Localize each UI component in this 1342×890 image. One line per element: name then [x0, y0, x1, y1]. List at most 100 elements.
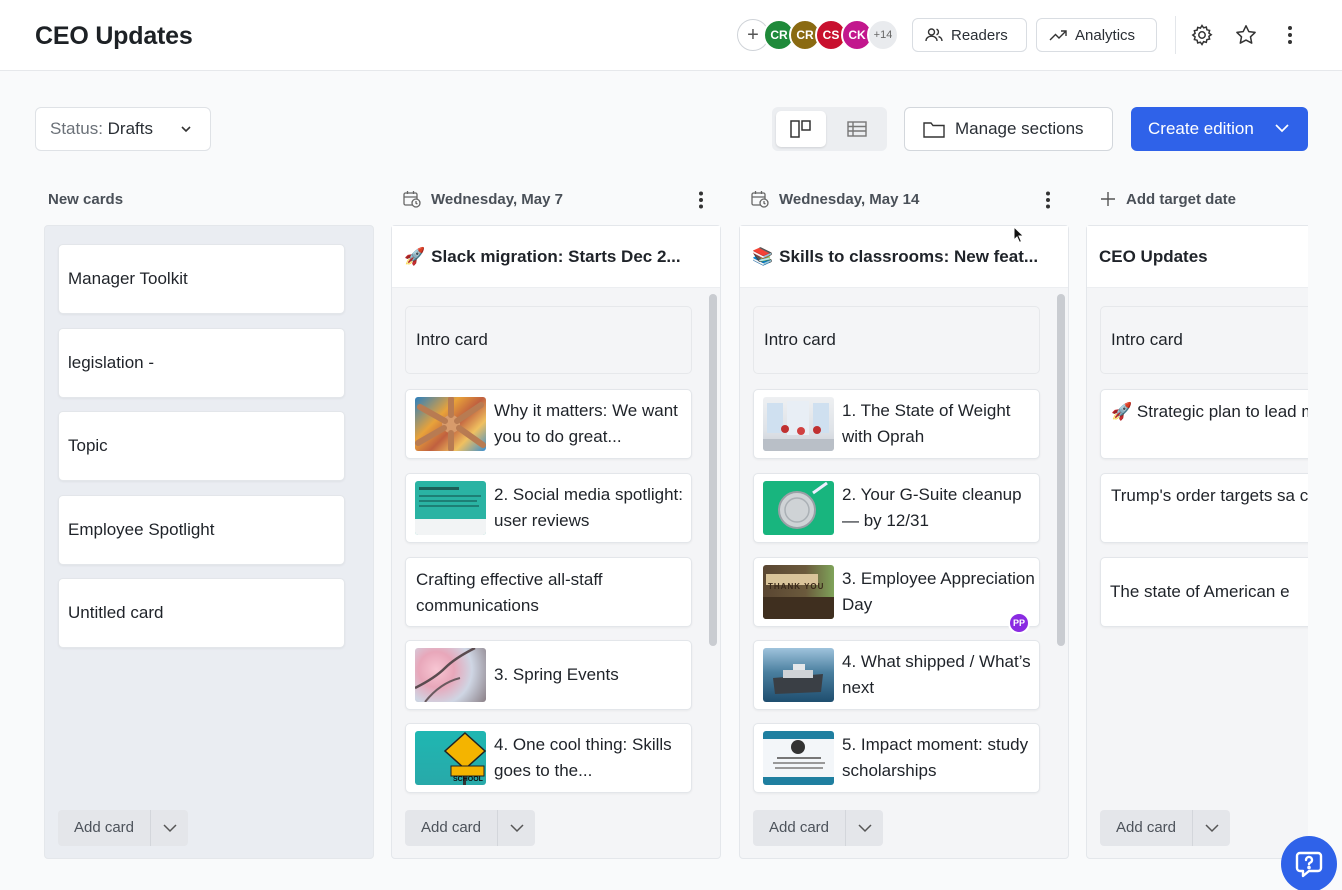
card-title: 🚀 Strategic plan to lead market	[1111, 402, 1308, 421]
card-thumbnail	[763, 481, 834, 535]
readers-label: Readers	[951, 26, 1008, 44]
scrollbar[interactable]	[709, 294, 717, 646]
card-title: Employee Spotlight	[68, 520, 215, 539]
status-filter-dropdown[interactable]: Status: Drafts	[35, 107, 211, 151]
list-item[interactable]: Untitled card	[58, 578, 345, 648]
list-item[interactable]: Why it matters: We want you to do great.…	[405, 389, 692, 459]
column-header-label: Wednesday, May 7	[431, 190, 563, 208]
list-item[interactable]: 4. What shipped / What’s next	[753, 640, 1040, 710]
list-item[interactable]: legislation -	[58, 328, 345, 398]
edition-title-text: Slack migration: Starts Dec 2...	[431, 246, 681, 266]
list-item[interactable]: Employee Spotlight	[58, 495, 345, 565]
users-icon	[925, 28, 943, 42]
card-title: 3. Employee Appreciation Day	[842, 569, 1035, 614]
status-filter-key: Status:	[50, 119, 103, 138]
add-card-button[interactable]: Add card	[753, 810, 883, 846]
favorite-button[interactable]	[1233, 22, 1259, 48]
status-filter-value: Drafts	[107, 119, 153, 138]
kebab-icon[interactable]	[698, 191, 704, 209]
list-item[interactable]: The state of American e	[1100, 557, 1308, 627]
view-toggle	[772, 107, 887, 151]
list-item[interactable]: 2. Social media spotlight: user reviews	[405, 473, 692, 543]
add-card-dropdown[interactable]	[1193, 823, 1230, 833]
column-new-cards: Manager Toolkit legislation - Topic Empl…	[44, 225, 374, 859]
trend-up-icon	[1049, 30, 1067, 41]
list-item[interactable]: 🚀 Strategic plan to lead market	[1100, 389, 1308, 459]
card-title: 1. The State of Weight with Oprah	[842, 401, 1011, 446]
column-undated: CEO Updates Intro card 🚀 Strategic plan …	[1086, 225, 1308, 859]
column-header-label: New cards	[48, 190, 124, 208]
edition-title-text: Skills to classrooms: New feat...	[779, 246, 1039, 266]
column-may-7: 🚀 Slack migration: Starts Dec 2... Intro…	[391, 225, 721, 859]
add-card-dropdown[interactable]	[498, 823, 535, 833]
list-item[interactable]: Crafting effective all-staff communicati…	[405, 557, 692, 627]
kebab-icon[interactable]	[1045, 191, 1051, 209]
list-item[interactable]: 1. The State of Weight with Oprah	[753, 389, 1040, 459]
card-thumbnail	[415, 648, 486, 702]
readers-button[interactable]: Readers	[912, 18, 1027, 52]
analytics-button[interactable]: Analytics	[1036, 18, 1157, 52]
chevron-down-icon	[1204, 824, 1219, 833]
list-item[interactable]: Trump's order targets sa cities	[1100, 473, 1308, 543]
analytics-label: Analytics	[1075, 26, 1136, 44]
column-header-label: Wednesday, May 14	[779, 190, 920, 208]
card-title: 3. Spring Events	[494, 665, 619, 684]
table-view-button[interactable]	[832, 111, 882, 147]
settings-button[interactable]	[1189, 22, 1215, 48]
card-thumbnail	[415, 397, 486, 451]
books-icon: 📚	[752, 246, 774, 266]
chevron-down-icon	[162, 824, 177, 833]
card-thumbnail	[415, 481, 486, 535]
help-chat-icon	[1295, 851, 1323, 878]
board-view-icon	[790, 120, 811, 138]
mouse-cursor-icon	[1013, 226, 1025, 244]
add-target-date-button[interactable]: Add target date	[1100, 184, 1308, 214]
intro-card[interactable]: Intro card	[405, 306, 692, 374]
assignee-badge[interactable]: PP	[1008, 612, 1030, 634]
chevron-down-icon	[509, 824, 524, 833]
calendar-clock-icon	[403, 191, 421, 208]
add-card-label: Add card	[753, 810, 846, 846]
list-item[interactable]: Topic	[58, 411, 345, 481]
card-title: Topic	[68, 436, 108, 455]
add-card-button[interactable]: Add card	[1100, 810, 1230, 846]
plus-icon	[1101, 192, 1115, 206]
star-icon	[1236, 25, 1256, 44]
list-item[interactable]: Manager Toolkit	[58, 244, 345, 314]
card-title: 5. Impact moment: study scholarships	[842, 735, 1029, 780]
list-item[interactable]: 5. Impact moment: study scholarships	[753, 723, 1040, 793]
edition-title-text: CEO Updates	[1099, 246, 1208, 266]
more-options-button[interactable]	[1277, 22, 1303, 48]
card-title: Manager Toolkit	[68, 269, 188, 288]
add-card-button[interactable]: Add card	[405, 810, 535, 846]
add-card-dropdown[interactable]	[846, 823, 883, 833]
collaborator-avatars[interactable]: + CR CR CS CK +14	[737, 19, 899, 51]
card-title: Intro card	[1111, 330, 1183, 349]
add-card-dropdown[interactable]	[151, 823, 188, 833]
card-thumbnail: SCHOOL	[415, 731, 486, 785]
list-item[interactable]: 2. Your G-Suite cleanup — by 12/31	[753, 473, 1040, 543]
intro-card[interactable]: Intro card	[753, 306, 1040, 374]
list-item[interactable]: SCHOOL 4. One cool thing: Skills goes to…	[405, 723, 692, 793]
card-title: The state of American e	[1110, 582, 1290, 601]
help-chat-button[interactable]	[1281, 836, 1337, 890]
add-card-label: Add card	[58, 810, 151, 846]
more-collaborators-count[interactable]: +14	[867, 19, 899, 51]
edition-title[interactable]: 🚀 Slack migration: Starts Dec 2...	[392, 226, 720, 288]
card-title: 2. Your G-Suite cleanup — by 12/31	[842, 485, 1022, 530]
list-item[interactable]: THANK YOU 3. Employee Appreciation Day P…	[753, 557, 1040, 634]
manage-sections-button[interactable]: Manage sections	[904, 107, 1113, 151]
calendar-clock-icon	[751, 191, 769, 208]
column-header-new-cards: New cards	[48, 184, 368, 214]
intro-card[interactable]: Intro card	[1100, 306, 1308, 374]
add-card-button[interactable]: Add card	[58, 810, 188, 846]
card-title: legislation -	[68, 353, 154, 372]
column-header-may-14: Wednesday, May 14	[751, 184, 1061, 214]
add-card-label: Add card	[1100, 810, 1193, 846]
scrollbar[interactable]	[1057, 294, 1065, 646]
list-item[interactable]: 3. Spring Events	[405, 640, 692, 710]
edition-title[interactable]: CEO Updates	[1087, 226, 1308, 288]
board-view-button[interactable]	[776, 111, 826, 147]
create-edition-button[interactable]: Create edition	[1131, 107, 1308, 151]
page-title: CEO Updates	[35, 22, 193, 50]
